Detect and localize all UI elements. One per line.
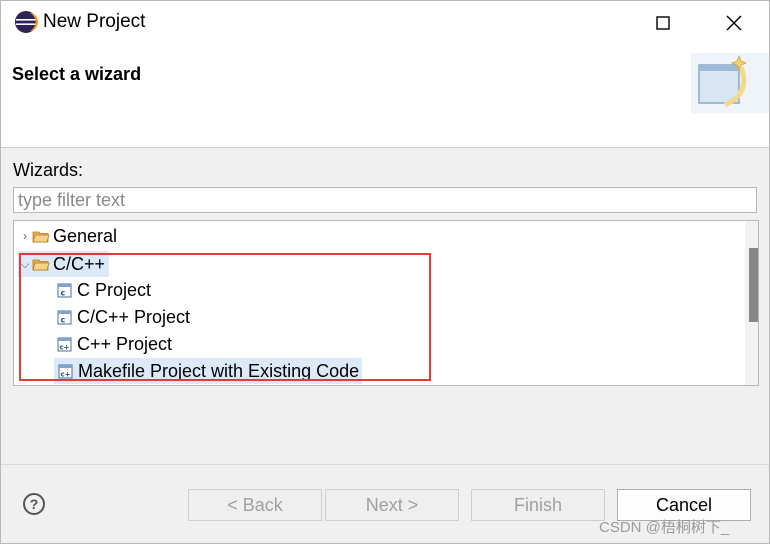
close-icon: [726, 15, 742, 31]
tree-item-label: General: [53, 225, 118, 246]
svg-text:c: c: [61, 316, 66, 325]
finish-button[interactable]: Finish: [471, 489, 605, 521]
chevron-right-icon[interactable]: ›: [18, 229, 32, 243]
new-project-dialog: New Project Select a wizard Wizards: typ…: [0, 0, 770, 544]
svg-text:c+: c+: [61, 371, 71, 379]
filter-input[interactable]: [13, 187, 757, 213]
tree-item-makefile-project[interactable]: c+ Makefile Project with Existing Code: [54, 358, 363, 384]
back-button[interactable]: < Back: [188, 489, 322, 521]
window-title: New Project: [43, 11, 146, 32]
wizard-header: Select a wizard: [1, 45, 769, 148]
tree-item-cpp-project[interactable]: c+ C++ Project: [56, 331, 172, 357]
chevron-down-icon[interactable]: ⌵: [18, 257, 32, 272]
c-project-icon: c: [57, 283, 72, 298]
tree-item-label: C/C++: [53, 253, 106, 274]
title-bar: New Project: [1, 1, 769, 45]
tree-item-c-project[interactable]: c C Project: [56, 277, 151, 303]
maximize-button[interactable]: [640, 1, 686, 45]
tree-item-general[interactable]: › General: [18, 223, 117, 249]
tree-item-label: Makefile Project with Existing Code: [78, 360, 360, 381]
eclipse-icon: [15, 11, 38, 33]
maximize-icon: [656, 16, 670, 30]
footer-divider: [1, 464, 769, 465]
folder-icon: [32, 231, 50, 243]
c-project-icon: c: [57, 310, 72, 325]
wizard-tree[interactable]: › General ⌵ C/C++ c C Project c C/C++ Pr…: [13, 220, 759, 386]
tree-scrollbar-thumb[interactable]: [749, 248, 758, 322]
close-button[interactable]: [711, 1, 757, 45]
watermark-text: CSDN @梧桐树下_: [599, 519, 730, 536]
tree-item-c-cpp-project[interactable]: c C/C++ Project: [56, 304, 190, 330]
tree-item-label: C++ Project: [77, 333, 173, 354]
wizard-banner-icon: [691, 53, 769, 113]
svg-text:c: c: [61, 289, 66, 298]
tree-item-label: C Project: [77, 279, 152, 300]
cpp-project-icon: c+: [58, 364, 73, 379]
next-button[interactable]: Next >: [325, 489, 459, 521]
svg-text:c+: c+: [60, 344, 70, 352]
help-button[interactable]: ?: [23, 493, 45, 515]
folder-open-icon: [32, 259, 50, 271]
cpp-project-icon: c+: [57, 337, 72, 352]
wizards-label: Wizards:: [13, 160, 84, 180]
page-title: Select a wizard: [12, 64, 142, 84]
help-icon: ?: [29, 496, 39, 512]
tree-item-cpp-category[interactable]: ⌵ C/C++: [18, 251, 110, 277]
tree-item-label: C/C++ Project: [77, 306, 191, 327]
